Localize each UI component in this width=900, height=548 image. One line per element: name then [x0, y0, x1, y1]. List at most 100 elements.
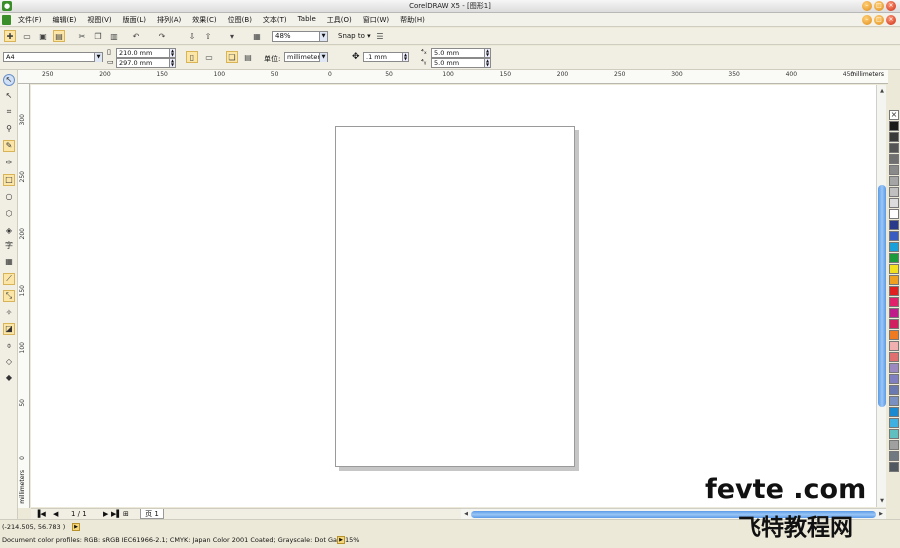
scroll-down-icon[interactable]: ▼ [878, 497, 886, 505]
color-swatch[interactable] [889, 407, 899, 417]
color-swatch[interactable] [889, 242, 899, 252]
freehand-tool[interactable]: ✎ [3, 140, 15, 152]
page-size-select[interactable]: A4 ▼ [3, 52, 103, 62]
menu-item[interactable]: 版面(L) [123, 15, 146, 25]
color-swatch[interactable] [889, 308, 899, 318]
color-swatch[interactable] [889, 363, 899, 373]
add-page-icon[interactable]: ⊞ [123, 510, 129, 518]
export-button[interactable]: ⇧ [202, 30, 214, 42]
previous-page-icon[interactable]: ◀ [53, 510, 58, 518]
eyedropper-tool[interactable]: ⌽ [3, 340, 15, 352]
duplicate-y-field[interactable]: 5.0 mm ▲ ▼ [431, 58, 491, 68]
crop-tool[interactable]: ⌗ [3, 106, 15, 118]
duplicate-x-spinner[interactable]: ▲ ▼ [484, 49, 490, 57]
cut-button[interactable]: ✂ [76, 30, 88, 42]
copy-button[interactable]: ❐ [92, 30, 104, 42]
print-button[interactable]: ▤ [53, 30, 65, 42]
color-swatch[interactable] [889, 187, 899, 197]
zoom-level-select[interactable]: 48% ▼ [272, 31, 328, 42]
menu-item[interactable]: 工具(O) [327, 15, 352, 25]
no-color-swatch[interactable]: × [889, 110, 899, 120]
redo-button[interactable]: ↷ [156, 30, 168, 42]
color-swatch[interactable] [889, 275, 899, 285]
dimension-tool[interactable]: ⟋ [3, 273, 15, 285]
document-page[interactable] [335, 126, 575, 467]
current-page-button[interactable]: ▤ [242, 51, 254, 63]
scroll-up-icon[interactable]: ▲ [878, 87, 886, 95]
color-swatch[interactable] [889, 121, 899, 131]
vertical-scroll-thumb[interactable] [878, 185, 886, 407]
duplicate-y-spinner[interactable]: ▲ ▼ [484, 59, 490, 67]
color-swatch[interactable] [889, 154, 899, 164]
connector-tool[interactable]: ⤡ [3, 290, 15, 302]
vertical-scrollbar[interactable]: ▲ ▼ [876, 85, 886, 507]
units-select[interactable]: millimeters ▼ [284, 52, 328, 62]
menu-item[interactable]: 窗口(W) [363, 15, 389, 25]
color-swatch[interactable] [889, 396, 899, 406]
color-swatch[interactable] [889, 429, 899, 439]
page-width-field[interactable]: 210.0 mm ▲ ▼ [116, 48, 176, 58]
color-swatch[interactable] [889, 253, 899, 263]
menu-item[interactable]: 文件(F) [18, 15, 42, 25]
basic-shapes-tool[interactable]: ◈ [3, 225, 15, 237]
import-button[interactable]: ⇩ [186, 30, 198, 42]
table-tool[interactable]: ▦ [3, 256, 15, 268]
color-swatch[interactable] [889, 418, 899, 428]
nudge-distance-field[interactable]: .1 mm ▲ ▼ [363, 52, 409, 62]
color-swatch[interactable] [889, 198, 899, 208]
smart-fill-tool[interactable]: ✑ [3, 157, 15, 169]
landscape-button[interactable]: ▭ [203, 51, 215, 63]
color-swatch[interactable] [889, 220, 899, 230]
paste-button[interactable]: ▥ [108, 30, 120, 42]
minimize-button[interactable]: – [862, 1, 872, 11]
color-swatch[interactable] [889, 385, 899, 395]
width-spinner[interactable]: ▲ ▼ [169, 49, 175, 57]
snap-to-menu[interactable]: Snap to ▾ [338, 32, 371, 40]
first-page-icon[interactable]: ▐◀ [35, 510, 46, 518]
duplicate-x-field[interactable]: 5.0 mm ▲ ▼ [431, 48, 491, 58]
color-swatch[interactable] [889, 440, 899, 450]
app-launcher-button[interactable]: ▾ [226, 30, 238, 42]
menu-item[interactable]: 位图(B) [228, 15, 252, 25]
new-document-button[interactable]: ✚ [4, 30, 16, 42]
all-pages-button[interactable]: ❏ [226, 51, 238, 63]
drawing-canvas[interactable] [31, 85, 876, 507]
color-swatch[interactable] [889, 132, 899, 142]
shape-tool[interactable]: ↖ [3, 90, 15, 102]
menu-item[interactable]: 帮助(H) [400, 15, 425, 25]
undo-button[interactable]: ↶ [130, 30, 142, 42]
next-page-icon[interactable]: ▶ [103, 510, 108, 518]
text-tool[interactable]: 字 [3, 240, 15, 252]
color-swatch[interactable] [889, 231, 899, 241]
color-swatch[interactable] [889, 352, 899, 362]
doc-close-button[interactable]: × [886, 15, 896, 25]
vertical-ruler[interactable]: millimeters 300 250 200 150 100 50 0 [18, 84, 30, 508]
page-height-field[interactable]: 297.0 mm ▲ ▼ [116, 58, 176, 68]
color-swatch[interactable] [889, 374, 899, 384]
color-swatch[interactable] [889, 341, 899, 351]
close-button[interactable]: × [886, 1, 896, 11]
height-spinner[interactable]: ▲ ▼ [169, 59, 175, 67]
save-button[interactable]: ▣ [37, 30, 49, 42]
color-swatch[interactable] [889, 451, 899, 461]
blend-tool[interactable]: ✧ [3, 307, 15, 319]
doc-minimize-button[interactable]: – [862, 15, 872, 25]
menu-item[interactable]: Table [298, 15, 316, 25]
color-swatch[interactable] [889, 143, 899, 153]
color-swatch[interactable] [889, 209, 899, 219]
zoom-tool[interactable]: ⚲ [3, 123, 15, 135]
nudge-spinner[interactable]: ▲ ▼ [402, 53, 408, 61]
rectangle-tool[interactable]: □ [3, 174, 15, 186]
color-swatch[interactable] [889, 286, 899, 296]
transparency-tool[interactable]: ◪ [3, 323, 15, 335]
scroll-left-icon[interactable]: ◀ [462, 510, 470, 518]
color-swatch[interactable] [889, 319, 899, 329]
color-swatch[interactable] [889, 462, 899, 472]
polygon-tool[interactable]: ⬡ [3, 208, 15, 220]
maximize-button[interactable]: □ [874, 1, 884, 11]
color-swatch[interactable] [889, 330, 899, 340]
welcome-button[interactable]: ▦ [251, 30, 263, 42]
profile-expand-icon[interactable]: ▶ [337, 536, 345, 544]
menu-item[interactable]: 视图(V) [87, 15, 111, 25]
outline-tool[interactable]: ◇ [3, 356, 15, 368]
